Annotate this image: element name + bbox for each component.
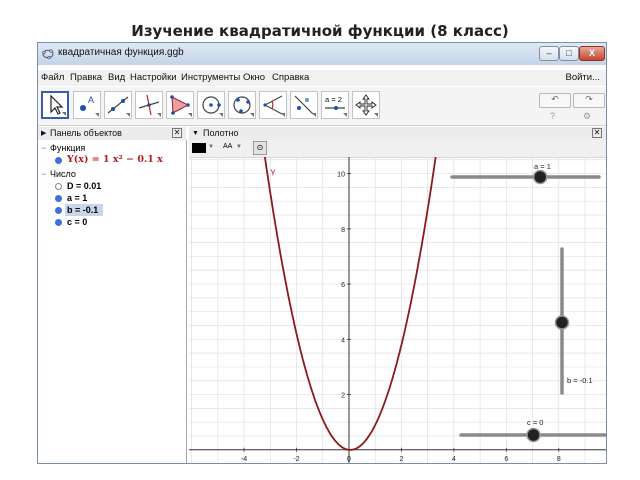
pin-icon[interactable]: ⊙ — [253, 141, 267, 155]
svg-text:A: A — [88, 95, 94, 105]
redo-button[interactable]: ↷ — [573, 93, 605, 108]
group-label-function: Функция — [50, 143, 86, 153]
algebra-panel-header: ▶ Панель объектов ✕ — [38, 127, 186, 140]
login-link[interactable]: Войти... — [565, 72, 600, 83]
y-tick-label: 6 — [341, 282, 345, 289]
graphics-panel-title: Полотно — [203, 128, 239, 138]
y-tick-label: 4 — [341, 337, 345, 344]
collapse-arrow-icon[interactable]: ▼ — [192, 127, 199, 140]
close-button[interactable]: X — [579, 46, 605, 61]
y-tick-label: 8 — [341, 227, 345, 234]
point-tool-button[interactable]: A — [73, 91, 101, 119]
window-title: квадратичная функция.ggb — [58, 47, 184, 58]
reflect-tool-button[interactable] — [290, 91, 318, 119]
visibility-toggle-icon[interactable] — [55, 157, 62, 164]
dropdown-arrow-icon[interactable]: ▼ — [208, 144, 214, 150]
visibility-toggle-icon[interactable] — [55, 207, 62, 214]
tree-toggle-icon[interactable]: − — [41, 142, 46, 154]
x-tick-label: -2 — [293, 456, 299, 463]
menu-settings[interactable]: Настройки — [130, 72, 177, 83]
x-tick-label: -4 — [241, 456, 247, 463]
y-tick-label: 10 — [337, 172, 345, 179]
x-tick-label: 4 — [452, 456, 456, 463]
graphics-canvas[interactable]: -4 -2 0 2 4 6 8 2 4 6 8 10 Ya = 1 b = -0.1 c = 0 — [189, 157, 606, 464]
move-graphics-tool-button[interactable] — [352, 91, 380, 119]
menu-window[interactable]: Окно — [243, 72, 265, 83]
angle-tool-button[interactable] — [259, 91, 287, 119]
geogebra-app-icon — [42, 49, 54, 60]
menu-file[interactable]: Файл — [41, 72, 64, 83]
slider-tool-label: a = 2 — [325, 95, 342, 104]
perpendicular-tool-button[interactable] — [135, 91, 163, 119]
menu-view[interactable]: Вид — [108, 72, 125, 83]
collapse-arrow-icon[interactable]: ▶ — [41, 127, 46, 140]
slider-label: b = -0.1 — [567, 376, 593, 385]
minimize-button[interactable]: – — [539, 46, 559, 61]
move-tool-button[interactable] — [41, 91, 69, 119]
x-tick-label: 6 — [504, 456, 508, 463]
maximize-button[interactable]: □ — [559, 46, 579, 61]
number-b[interactable]: b = -0.1 — [65, 204, 103, 216]
slider-label: a = 1 — [534, 162, 551, 171]
visibility-toggle-icon[interactable] — [55, 183, 62, 190]
circle-tool-button[interactable] — [197, 91, 225, 119]
line-tool-button[interactable] — [104, 91, 132, 119]
dropdown-arrow-icon[interactable]: ▼ — [236, 144, 242, 150]
menu-tools[interactable]: Инструменты — [181, 72, 240, 83]
slider-label: c = 0 — [527, 418, 543, 427]
color-swatch[interactable] — [192, 143, 206, 153]
graphics-style-bar: ▼ AA ▼ ⊙ — [189, 140, 606, 158]
conic-tool-button[interactable] — [228, 91, 256, 119]
slider-knob[interactable] — [532, 169, 548, 185]
algebra-view: − Функция Y(x) = 1 x² − 0.1 x − Число D … — [38, 140, 187, 463]
slider-tool-button[interactable]: a = 2 — [321, 91, 349, 119]
x-tick-label: 2 — [399, 456, 403, 463]
x-tick-label: 8 — [557, 456, 561, 463]
algebra-panel-title: Панель объектов — [50, 128, 122, 138]
number-c[interactable]: c = 0 — [67, 216, 87, 228]
menu-help[interactable]: Справка — [272, 72, 309, 83]
settings-gear-icon[interactable]: ⚙ — [583, 111, 591, 122]
graphics-panel-header: ▼ Полотно ✕ — [189, 127, 606, 140]
number-d[interactable]: D = 0.01 — [67, 180, 101, 192]
menu-bar: Файл Правка Вид Настройки Инструменты Ок… — [38, 70, 606, 86]
number-a[interactable]: a = 1 — [67, 192, 87, 204]
undo-button[interactable]: ↶ — [539, 93, 571, 108]
algebra-close-icon[interactable]: ✕ — [172, 128, 182, 138]
help-icon[interactable]: ? — [550, 111, 555, 121]
visibility-toggle-icon[interactable] — [55, 195, 62, 202]
tree-toggle-icon[interactable]: − — [41, 168, 46, 180]
function-definition[interactable]: Y(x) = 1 x² − 0.1 x — [67, 154, 163, 166]
group-label-number: Число — [50, 169, 76, 179]
window-titlebar[interactable]: квадратичная функция.ggb – □ X — [38, 43, 606, 65]
toolbar: A a = 2 ↶ ↷ ? ⚙ — [38, 87, 606, 126]
visibility-toggle-icon[interactable] — [55, 219, 62, 226]
slider-knob[interactable] — [526, 427, 541, 443]
geogebra-window: квадратичная функция.ggb – □ X Файл Прав… — [37, 42, 607, 464]
graphics-close-icon[interactable]: ✕ — [592, 128, 602, 138]
slider-knob[interactable] — [554, 315, 570, 330]
menu-edit[interactable]: Правка — [70, 72, 102, 83]
text-style-label[interactable]: AA — [223, 143, 232, 150]
polygon-tool-button[interactable] — [166, 91, 194, 119]
y-tick-label: 2 — [341, 393, 345, 400]
slide-title: Изучение квадратичной функции (8 класс) — [131, 22, 509, 40]
x-tick-label: 0 — [347, 456, 351, 463]
function-label: Y — [270, 169, 276, 178]
